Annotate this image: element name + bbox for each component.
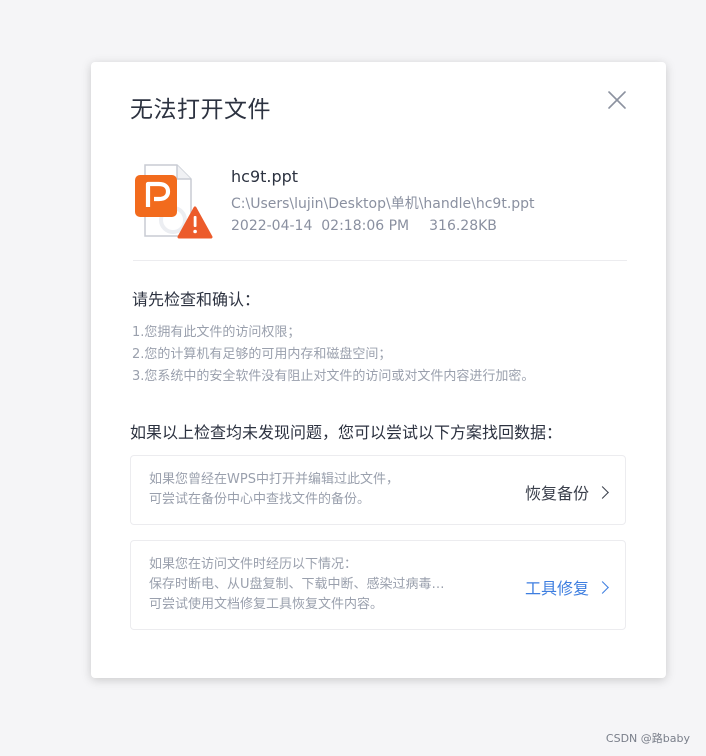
- chevron-right-icon: [596, 581, 609, 594]
- backup-option-card: 如果您曾经在WPS中打开并编辑过此文件， 可尝试在备份中心中查找文件的备份。 恢…: [130, 455, 626, 525]
- file-datetime: 2022-04-14 02:18:06 PM: [231, 218, 410, 234]
- watermark: CSDN @路baby: [605, 732, 690, 745]
- close-icon[interactable]: [605, 88, 629, 112]
- check-list: 1.您拥有此文件的访问权限； 2.您的计算机有足够的可用内存和磁盘空间； 3.您…: [132, 322, 534, 388]
- ppt-file-warning-icon: [133, 162, 215, 244]
- description-line: 可尝试在备份中心中查找文件的备份。: [149, 492, 371, 507]
- description-line: 保存时断电、从U盘复制、下载中断、感染过病毒…: [149, 577, 445, 592]
- repair-option-description: 如果您在访问文件时经历以下情况： 保存时断电、从U盘复制、下载中断、感染过病毒……: [149, 555, 445, 615]
- file-path: C:\Users\lujin\Desktop\单机\handle\hc9t.pp…: [231, 196, 535, 212]
- restore-backup-button[interactable]: 恢复备份: [524, 480, 609, 504]
- tool-repair-label: 工具修复: [524, 579, 589, 598]
- check-item: 3.您系统中的安全软件没有阻止对文件的访问或对文件内容进行加密。: [132, 369, 535, 384]
- chevron-right-icon: [596, 486, 609, 499]
- check-item: 1.您拥有此文件的访问权限；: [132, 325, 301, 340]
- file-name: hc9t.ppt: [231, 167, 299, 186]
- description-line: 如果您曾经在WPS中打开并编辑过此文件，: [149, 472, 399, 487]
- close-button[interactable]: [605, 88, 629, 112]
- file-meta: 2022-04-14 02:18:06 PM 316.28KB: [231, 218, 497, 234]
- solution-heading: 如果以上检查均未发现问题，您可以尝试以下方案找回数据：: [130, 423, 563, 442]
- repair-option-card: 如果您在访问文件时经历以下情况： 保存时断电、从U盘复制、下载中断、感染过病毒……: [130, 540, 626, 630]
- dialog-title: 无法打开文件: [130, 97, 271, 123]
- restore-backup-label: 恢复备份: [524, 484, 589, 503]
- tool-repair-button[interactable]: 工具修复: [524, 575, 609, 599]
- description-line: 如果您在访问文件时经历以下情况：: [149, 557, 358, 572]
- check-item: 2.您的计算机有足够的可用内存和磁盘空间；: [132, 347, 392, 362]
- file-info: hc9t.ppt C:\Users\lujin\Desktop\单机\handl…: [133, 162, 627, 261]
- file-size: 316.28KB: [429, 218, 497, 234]
- check-heading: 请先检查和确认：: [132, 290, 261, 309]
- open-file-error-dialog: 无法打开文件 hc9t.ppt C:\Users\lujin\Desktop\单…: [91, 62, 666, 678]
- description-line: 可尝试使用文档修复工具恢复文件内容。: [149, 597, 384, 612]
- backup-option-description: 如果您曾经在WPS中打开并编辑过此文件， 可尝试在备份中心中查找文件的备份。: [149, 470, 399, 510]
